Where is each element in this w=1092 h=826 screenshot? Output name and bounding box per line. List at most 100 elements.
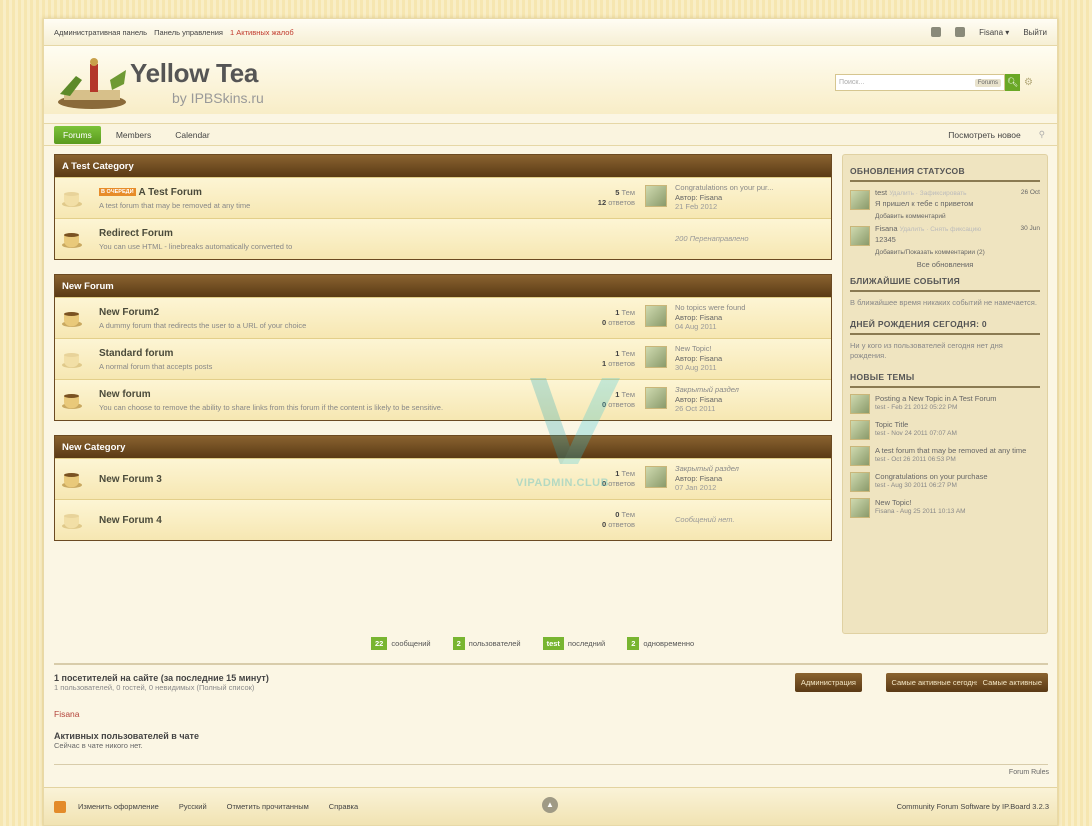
help-link[interactable]: Справка xyxy=(329,802,358,811)
forum-title[interactable]: New Forum2 xyxy=(99,307,159,318)
last-post-date: 21 Feb 2012 xyxy=(675,202,718,211)
staff-button[interactable]: Администрация xyxy=(794,673,862,692)
avatar[interactable] xyxy=(645,466,667,488)
last-post-title[interactable]: Закрытый раздел xyxy=(675,464,739,474)
avatar[interactable] xyxy=(850,472,870,492)
last-post-author[interactable]: Автор: Fisana xyxy=(675,354,722,364)
rss-icon[interactable] xyxy=(54,800,66,813)
new-topics-title: НОВЫЕ ТЕМЫ xyxy=(850,367,1040,388)
status-user[interactable]: test xyxy=(875,188,887,197)
avatar[interactable] xyxy=(645,387,667,409)
topic-meta: test - Nov 24 2011 07:07 AM xyxy=(875,430,957,437)
avatar[interactable] xyxy=(850,420,870,440)
change-skin-link[interactable]: Изменить оформление xyxy=(78,802,159,811)
forum-stats: 5 Тем 12 ответов xyxy=(597,188,635,207)
gear-icon[interactable]: ⚙ xyxy=(1024,77,1033,88)
forum-title[interactable]: New Forum 3 xyxy=(99,474,162,485)
last-post-author[interactable]: Автор: Fisana xyxy=(675,474,739,484)
forum-row[interactable]: New forum You can choose to remove the a… xyxy=(55,379,831,420)
last-post-author[interactable]: Автор: Fisana xyxy=(675,313,745,323)
last-post-title[interactable]: No topics were found xyxy=(675,303,745,313)
forum-row[interactable]: New Forum 3 1 Тем 0 ответов Закрытый разд… xyxy=(55,458,831,499)
all-updates-link[interactable]: Все обновления xyxy=(850,260,1040,269)
forum-row[interactable]: New Forum2 A dummy forum that redirects … xyxy=(55,297,831,338)
category-title[interactable]: New Category xyxy=(55,436,831,458)
status-user[interactable]: Fisana xyxy=(875,224,898,233)
search-button[interactable]: 🔍︎ xyxy=(1005,74,1021,91)
back-to-top-icon[interactable]: ▲ xyxy=(542,797,558,813)
avatar[interactable] xyxy=(645,346,667,368)
logout-link[interactable]: Выйти xyxy=(1023,28,1047,37)
powered-by[interactable]: Community Forum Software by IP.Board 3.2… xyxy=(897,802,1049,811)
teapot-logo-icon[interactable] xyxy=(52,54,132,112)
online-user-link[interactable]: Fisana xyxy=(54,709,80,719)
tab-forums[interactable]: Forums xyxy=(54,125,101,144)
list-item[interactable]: A test forum that may be removed at any … xyxy=(850,446,1040,466)
topic-title[interactable]: Topic Title xyxy=(875,420,957,429)
mark-read-link[interactable]: Отметить прочитанным xyxy=(227,802,309,811)
queue-badge: В ОЧЕРЕДИ xyxy=(99,188,136,196)
last-post-author[interactable]: Автор: Fisana xyxy=(675,193,773,203)
forum-title[interactable]: Redirect Forum xyxy=(99,228,173,239)
topic-title[interactable]: New Topic! xyxy=(875,498,966,507)
birthdays-text: Ни у кого из пользователей сегодня нет д… xyxy=(850,341,1003,360)
topic-title[interactable]: Congratulations on your purchase xyxy=(875,472,988,481)
control-panel-link[interactable]: Панель управления xyxy=(154,28,223,37)
avatar[interactable] xyxy=(850,498,870,518)
category-title[interactable]: A Test Category xyxy=(55,155,831,177)
avatar[interactable] xyxy=(850,394,870,414)
avatar[interactable] xyxy=(645,185,667,207)
list-item[interactable]: Congratulations on your purchase test - A… xyxy=(850,472,1040,492)
last-post-date: 26 Oct 2011 xyxy=(675,404,716,413)
list-item[interactable]: Posting a New Topic in A Test Forum test … xyxy=(850,394,1040,414)
forum-row[interactable]: Standard forum A normal forum that accep… xyxy=(55,338,831,379)
show-comments-link[interactable]: Добавить/Показать комментарии (2) xyxy=(875,249,1040,256)
avatar[interactable] xyxy=(645,305,667,327)
forum-title[interactable]: New Forum 4 xyxy=(99,515,162,526)
last-post-title[interactable]: Congratulations on your pur... xyxy=(675,183,773,193)
forum-title[interactable]: A Test Forum xyxy=(139,187,202,198)
avatar[interactable] xyxy=(850,190,870,210)
forum-row[interactable]: Redirect Forum You can use HTML - linebr… xyxy=(55,218,831,259)
birthdays-title: ДНЕЙ РОЖДЕНИЯ СЕГОДНЯ: 0 xyxy=(850,314,1040,335)
list-item[interactable]: New Topic! Fisana - Aug 25 2011 10:13 AM xyxy=(850,498,1040,518)
status-actions[interactable]: Удалить · Зафиксировать xyxy=(889,190,966,197)
view-new-content-link[interactable]: Посмотреть новое xyxy=(948,130,1021,140)
status-text: 12345 xyxy=(875,235,896,244)
tab-members[interactable]: Members xyxy=(107,126,160,144)
last-post-date: 07 Jan 2012 xyxy=(675,483,717,492)
inbox-icon[interactable] xyxy=(931,27,942,37)
top-posters-button[interactable]: Самые активные xyxy=(976,673,1048,692)
top-today-button[interactable]: Самые активные сегодня xyxy=(885,673,986,692)
user-bar: Административная панель Панель управлени… xyxy=(44,19,1057,46)
redirect-count: 200 Перенаправлено xyxy=(675,234,749,243)
status-actions[interactable]: Удалить · Снять фиксацию xyxy=(900,226,982,233)
last-post-author[interactable]: Автор: Fisana xyxy=(675,395,739,405)
last-post-title[interactable]: Закрытый раздел xyxy=(675,385,739,395)
topic-title[interactable]: Posting a New Topic in A Test Forum xyxy=(875,394,996,403)
language-link[interactable]: Русский xyxy=(179,802,207,811)
list-item[interactable]: Topic Title test - Nov 24 2011 07:07 AM xyxy=(850,420,1040,440)
forum-title[interactable]: New forum xyxy=(99,389,151,400)
stat-newest[interactable]: test последний xyxy=(542,637,605,650)
last-post-title[interactable]: New Topic! xyxy=(675,344,722,354)
forum-rules-link[interactable]: Forum Rules xyxy=(1009,769,1049,776)
topic-title[interactable]: A test forum that may be removed at any … xyxy=(875,446,1026,455)
search-input[interactable]: Поиск... Forums xyxy=(835,74,1006,91)
avatar[interactable] xyxy=(850,226,870,246)
category-title[interactable]: New Forum xyxy=(55,275,831,297)
search-scope-select[interactable]: Forums xyxy=(974,78,1002,87)
forum-row[interactable]: В ОЧЕРЕДИ A Test Forum A test forum that … xyxy=(55,177,831,218)
user-menu[interactable]: Fisana ▾ xyxy=(979,28,1009,37)
forum-title[interactable]: Standard forum xyxy=(99,348,173,359)
complaints-link[interactable]: 1 Активных жалоб xyxy=(230,28,294,37)
tab-calendar[interactable]: Calendar xyxy=(166,126,219,144)
divider xyxy=(54,663,1048,665)
forum-row[interactable]: New Forum 4 0 Тем 0 ответов Сообщений нет… xyxy=(55,499,831,540)
pin-icon[interactable]: ⚲ xyxy=(1039,129,1045,140)
add-comment-link[interactable]: Добавить комментарий xyxy=(875,213,1040,220)
avatar[interactable] xyxy=(850,446,870,466)
category: New Forum New Forum2 A dummy forum that … xyxy=(54,274,832,421)
admin-link[interactable]: Административная панель xyxy=(54,28,147,37)
notifications-icon[interactable] xyxy=(955,27,966,37)
